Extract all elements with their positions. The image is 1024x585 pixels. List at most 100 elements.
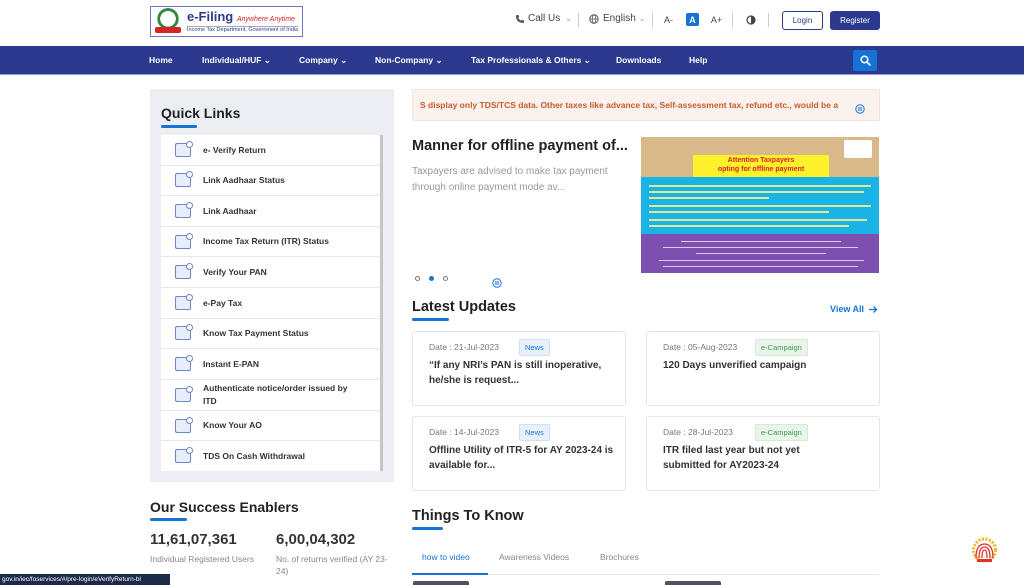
quick-link-item[interactable]: Know Tax Payment Status — [161, 319, 380, 350]
atm-icon — [175, 447, 193, 464]
stat-registered-users-value: 11,61,07,361 — [150, 531, 237, 548]
tab-awareness-videos[interactable]: Awareness Videos — [499, 552, 569, 562]
carousel-slide-title[interactable]: Manner for offline payment of... — [412, 138, 628, 154]
quick-link-item[interactable]: Income Tax Return (ITR) Status — [161, 227, 380, 258]
success-enablers-title: Our Success Enablers — [150, 499, 299, 515]
banner-text-line — [649, 211, 829, 213]
nav-item-non-company[interactable]: Non-Company ⌄ — [375, 55, 443, 66]
title-underline — [412, 318, 449, 321]
font-increase-button[interactable]: A+ — [710, 13, 723, 26]
emblem-icon — [153, 8, 183, 35]
ticker-text[interactable]: S display only TDS/TCS data. Other taxes… — [420, 100, 838, 110]
search-button[interactable] — [853, 50, 877, 71]
carousel-dot-2[interactable] — [429, 276, 434, 281]
update-date: Date : 28-Jul-2023 — [663, 427, 733, 437]
top-header: e-Filing Anywhere Anytime Income Tax Dep… — [0, 0, 1024, 46]
quick-link-item[interactable]: e-Pay Tax — [161, 288, 380, 319]
nav-label: Downloads — [616, 55, 662, 65]
envelope-verify-icon — [175, 385, 193, 402]
register-button[interactable]: Register — [830, 11, 880, 30]
stat-returns-verified-value: 6,00,04,302 — [276, 531, 356, 548]
update-card[interactable]: Date : 28-Jul-2023 e-Campaign ITR filed … — [646, 416, 880, 491]
quick-link-item[interactable]: Link Aadhaar Status — [161, 166, 380, 197]
font-decrease-button[interactable]: A- — [662, 13, 675, 26]
nav-item-help[interactable]: Help — [689, 55, 707, 65]
quick-link-item[interactable]: Authenticate notice/order issued by ITD — [161, 380, 380, 411]
quick-links-list: e- Verify Return Link Aadhaar Status Link … — [161, 135, 383, 471]
call-us-dropdown[interactable]: Call Us ⌄ — [515, 13, 572, 24]
id-card-link-icon — [175, 201, 193, 218]
divider — [732, 13, 733, 27]
nav-item-tax-professionals[interactable]: Tax Professionals & Others ⌄ — [471, 55, 591, 66]
update-card[interactable]: Date : 05-Aug-2023 e-Campaign 120 Days u… — [646, 331, 880, 406]
video-thumbnail[interactable] — [413, 581, 469, 585]
nav-item-home[interactable]: Home — [149, 55, 173, 65]
nav-label: Non-Company — [375, 55, 434, 65]
update-title: 120 Days unverified campaign — [663, 360, 807, 371]
contrast-toggle[interactable] — [744, 13, 757, 26]
logo-tagline: Anywhere Anytime — [236, 15, 295, 23]
quick-link-label: Income Tax Return (ITR) Status — [203, 236, 329, 247]
language-label: English — [603, 13, 636, 24]
quick-link-item[interactable]: TDS On Cash Withdrawal — [161, 441, 380, 471]
chevron-down-icon: ⌄ — [638, 14, 646, 23]
banner-text-line — [696, 253, 826, 255]
update-badge: e-Campaign — [755, 339, 808, 356]
carousel-banner-image[interactable]: Attention Taxpayers opting for offline p… — [641, 137, 879, 273]
nav-item-individual-huf[interactable]: Individual/HUF ⌄ — [202, 55, 271, 66]
update-badge: News — [519, 339, 550, 356]
update-title: Offline Utility of ITR-5 for AY 2023-24 … — [429, 445, 614, 471]
chevron-down-icon: ⌄ — [565, 14, 572, 23]
update-title: “If any NRI’s PAN is still inoperative, … — [429, 360, 602, 386]
quick-links-panel: Quick Links e- Verify Return Link Aadhaar… — [150, 89, 394, 482]
chevron-down-icon: ⌄ — [435, 55, 443, 65]
phone-icon — [516, 14, 524, 23]
quick-link-item[interactable]: Verify Your PAN — [161, 257, 380, 288]
efiling-logo[interactable]: e-Filing Anywhere Anytime Income Tax Dep… — [150, 6, 303, 37]
latest-updates-title: Latest Updates — [412, 299, 516, 315]
update-date: Date : 21-Jul-2023 — [429, 342, 499, 352]
scrollbar-thumb[interactable] — [380, 135, 383, 310]
quick-link-label: TDS On Cash Withdrawal — [203, 450, 305, 461]
banner-text-line — [663, 266, 858, 268]
things-to-know-tabs: how to video Awareness Videos Brochures — [412, 543, 879, 575]
tab-how-to-video[interactable]: how to video — [422, 552, 470, 562]
nav-label: Tax Professionals & Others — [471, 55, 582, 65]
tab-brochures[interactable]: Brochures — [600, 552, 639, 562]
update-badge: News — [519, 424, 550, 441]
quick-link-item[interactable]: Instant E-PAN — [161, 349, 380, 380]
carousel-pause-button[interactable] — [492, 275, 502, 293]
update-date: Date : 05-Aug-2023 — [663, 342, 738, 352]
carousel-dot-3[interactable] — [443, 276, 448, 281]
banner-heading-line2: opting for offline payment — [717, 166, 805, 174]
stat-registered-users-label: Individual Registered Users — [150, 554, 254, 564]
quick-link-item[interactable]: Link Aadhaar — [161, 196, 380, 227]
ticker-pause-button[interactable] — [855, 101, 865, 119]
video-thumbnail[interactable] — [665, 581, 721, 585]
language-dropdown[interactable]: English ⌄ — [589, 13, 646, 24]
quick-link-label: e-Pay Tax — [203, 297, 243, 308]
quick-link-item[interactable]: e- Verify Return — [161, 135, 380, 166]
view-all-link[interactable]: View All — [830, 304, 878, 314]
envelope-verify-icon — [175, 140, 193, 157]
login-button[interactable]: Login — [782, 11, 823, 30]
font-normal-button[interactable]: A — [686, 13, 699, 26]
carousel-slide-text: Taxpayers are advised to make tax paymen… — [412, 166, 608, 193]
pan-card-icon — [175, 263, 193, 280]
update-card[interactable]: Date : 14-Jul-2023 News Offline Utility … — [412, 416, 626, 491]
quick-link-item[interactable]: Know Your AO — [161, 411, 380, 442]
carousel-dot-1[interactable] — [415, 276, 420, 281]
aadhaar-logo[interactable] — [968, 536, 1001, 563]
document-status-icon — [175, 232, 193, 249]
pan-card-icon — [175, 354, 193, 371]
quick-link-label: Authenticate notice/order issued by ITD — [203, 383, 348, 406]
search-icon — [859, 55, 871, 66]
update-title: ITR filed last year but not yet submitte… — [663, 445, 800, 471]
logo-title: e-Filing — [187, 8, 234, 24]
update-card[interactable]: Date : 21-Jul-2023 News “If any NRI’s PA… — [412, 331, 626, 406]
divider — [578, 13, 579, 27]
banner-text-line — [681, 241, 841, 243]
nav-item-downloads[interactable]: Downloads — [616, 55, 661, 65]
banner-text-line — [659, 260, 864, 262]
nav-item-company[interactable]: Company ⌄ — [299, 55, 347, 66]
